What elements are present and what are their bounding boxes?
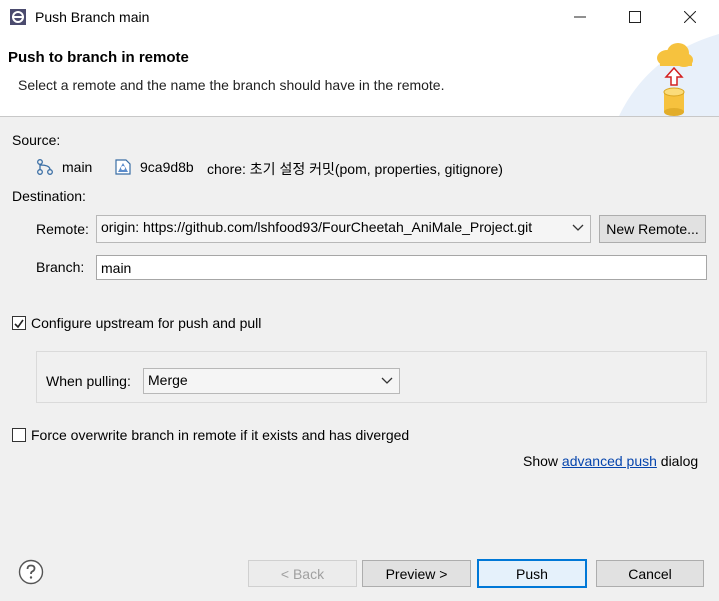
remote-select-value: origin: https://github.com/lshfood93/Fou… [101,219,533,235]
window-title: Push Branch main [35,9,150,25]
header-title: Push to branch in remote [8,49,189,66]
eclipse-app-icon [10,9,26,25]
source-label: Source: [12,132,61,148]
wizard-header: Push to branch in remote Select a remote… [0,34,719,117]
push-to-cloud-icon [657,43,693,116]
help-icon[interactable] [18,559,44,585]
maximize-icon [629,11,641,23]
minimize-icon [574,16,586,18]
maximize-button[interactable] [612,0,658,34]
checkmark-icon [14,319,24,329]
minimize-button[interactable] [557,0,603,34]
remote-label: Remote: [36,221,89,237]
force-overwrite-checkbox[interactable] [12,428,26,442]
chevron-down-icon [572,224,584,231]
when-pulling-value: Merge [148,372,188,388]
when-pulling-select[interactable]: Merge [143,368,400,394]
close-icon [684,11,696,23]
configure-upstream-checkbox[interactable] [12,316,26,330]
branch-input[interactable] [97,256,706,279]
cancel-button[interactable]: Cancel [596,560,704,587]
source-branch: main [62,159,93,175]
chevron-down-icon [381,377,393,384]
configure-upstream-label[interactable]: Configure upstream for push and pull [31,315,261,331]
push-button[interactable]: Push [477,559,587,588]
advanced-push-link[interactable]: advanced push [562,453,657,469]
branch-icon [37,159,53,175]
destination-label: Destination: [12,188,86,204]
title-bar: Push Branch main [0,0,719,34]
advanced-suffix: dialog [660,453,699,469]
back-button[interactable]: < Back [248,560,357,587]
advanced-prefix: Show [523,453,559,469]
header-description: Select a remote and the name the branch … [18,77,445,93]
force-overwrite-label[interactable]: Force overwrite branch in remote if it e… [31,427,409,443]
source-commit-message: chore: 초기 설정 커밋(pom, properties, gitigno… [207,161,503,177]
preview-button[interactable]: Preview > [362,560,471,587]
branch-input-wrapper [96,255,707,280]
remote-select[interactable]: origin: https://github.com/lshfood93/Fou… [96,215,591,243]
advanced-push-text: Show advanced push dialog [523,453,698,469]
commit-icon [115,159,131,175]
source-commit-id: 9ca9d8b [140,159,194,175]
when-pulling-label: When pulling: [46,373,131,389]
close-button[interactable] [667,0,713,34]
new-remote-button[interactable]: New Remote... [599,215,706,243]
branch-label: Branch: [36,259,85,275]
